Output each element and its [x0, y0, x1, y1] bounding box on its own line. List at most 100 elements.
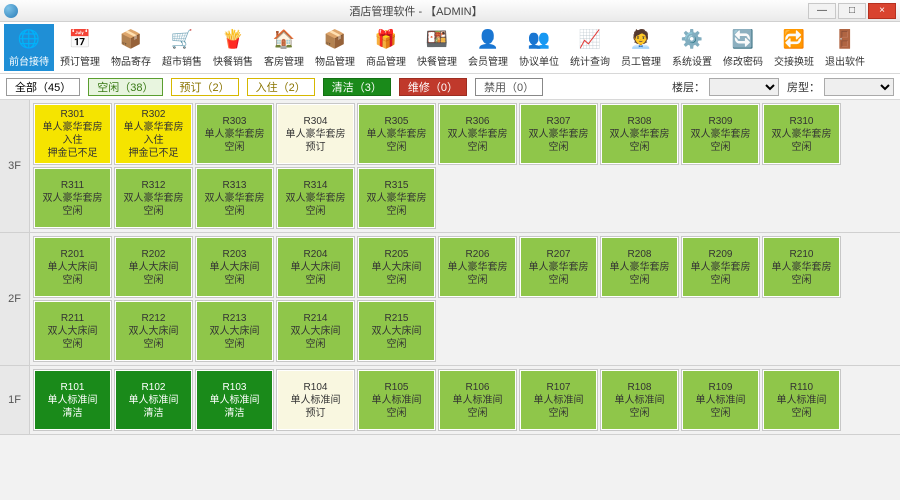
- toolbar-员工管理[interactable]: 🧑‍💼员工管理: [616, 24, 666, 71]
- room-type: 单人豪华套房: [124, 121, 184, 134]
- filter-disabled[interactable]: 禁用（0）: [475, 78, 543, 96]
- filter-cleaning[interactable]: 清洁（3）: [323, 78, 391, 96]
- room-R210[interactable]: R210单人豪华套房空闲: [763, 237, 840, 297]
- room-number: R309: [709, 115, 733, 128]
- toolbar-label: 物品管理: [315, 53, 355, 68]
- room-R312[interactable]: R312双人豪华套房空闲: [115, 168, 192, 228]
- room-R215[interactable]: R215双人大床间空闲: [358, 301, 435, 361]
- toolbar-超市销售[interactable]: 🛒超市销售: [157, 24, 207, 71]
- room-number: R109: [709, 381, 733, 394]
- toolbar-label: 系统设置: [672, 53, 712, 68]
- room-R101[interactable]: R101单人标准间清洁: [34, 370, 111, 430]
- room-status: 空闲: [549, 141, 569, 154]
- room-line: R211双人大床间空闲R212双人大床间空闲R213双人大床间空闲R214双人大…: [34, 301, 896, 361]
- room-type: 双人豪华套房: [205, 192, 265, 205]
- toolbar-修改密码[interactable]: 🔄修改密码: [718, 24, 768, 71]
- toolbar-icon: 🚪: [833, 27, 857, 51]
- room-R208[interactable]: R208单人豪华套房空闲: [601, 237, 678, 297]
- room-number: R202: [142, 248, 166, 261]
- filter-occupied[interactable]: 入住（2）: [247, 78, 315, 96]
- room-R106[interactable]: R106单人标准间空闲: [439, 370, 516, 430]
- toolbar-系统设置[interactable]: ⚙️系统设置: [667, 24, 717, 71]
- maximize-button[interactable]: □: [838, 3, 866, 19]
- room-R309[interactable]: R309双人豪华套房空闲: [682, 104, 759, 164]
- room-R206[interactable]: R206单人豪华套房空闲: [439, 237, 516, 297]
- room-R307[interactable]: R307双人豪华套房空闲: [520, 104, 597, 164]
- room-R103[interactable]: R103单人标准间清洁: [196, 370, 273, 430]
- room-type: 双人豪华套房: [43, 192, 103, 205]
- room-grid[interactable]: 3FR301单人豪华套房入住押金已不足R302单人豪华套房入住押金已不足R303…: [0, 100, 900, 500]
- toolbar-快餐管理[interactable]: 🍱快餐管理: [412, 24, 462, 71]
- room-number: R207: [547, 248, 571, 261]
- room-R107[interactable]: R107单人标准间空闲: [520, 370, 597, 430]
- room-R315[interactable]: R315双人豪华套房空闲: [358, 168, 435, 228]
- room-R313[interactable]: R313双人豪华套房空闲: [196, 168, 273, 228]
- room-R102[interactable]: R102单人标准间清洁: [115, 370, 192, 430]
- room-status: 空闲: [468, 141, 488, 154]
- room-R204[interactable]: R204单人大床间空闲: [277, 237, 354, 297]
- room-R214[interactable]: R214双人大床间空闲: [277, 301, 354, 361]
- filter-reserved[interactable]: 预订（2）: [171, 78, 239, 96]
- room-R209[interactable]: R209单人豪华套房空闲: [682, 237, 759, 297]
- floor-row: 3FR301单人豪华套房入住押金已不足R302单人豪华套房入住押金已不足R303…: [0, 100, 900, 233]
- room-R308[interactable]: R308双人豪华套房空闲: [601, 104, 678, 164]
- toolbar-快餐销售[interactable]: 🍟快餐销售: [208, 24, 258, 71]
- room-number: R206: [466, 248, 490, 261]
- room-type: 双人大床间: [210, 325, 260, 338]
- room-R314[interactable]: R314双人豪华套房空闲: [277, 168, 354, 228]
- room-status: 空闲: [63, 274, 83, 287]
- room-R108[interactable]: R108单人标准间空闲: [601, 370, 678, 430]
- room-type: 双人大床间: [291, 325, 341, 338]
- toolbar-客房管理[interactable]: 🏠客房管理: [259, 24, 309, 71]
- roomtype-select[interactable]: [824, 78, 894, 96]
- room-R305[interactable]: R305单人豪华套房空闲: [358, 104, 435, 164]
- toolbar-会员管理[interactable]: 👤会员管理: [463, 24, 513, 71]
- toolbar-交接换班[interactable]: 🔁交接换班: [769, 24, 819, 71]
- filter-all[interactable]: 全部（45）: [6, 78, 80, 96]
- room-R203[interactable]: R203单人大床间空闲: [196, 237, 273, 297]
- floor-row: 2FR201单人大床间空闲R202单人大床间空闲R203单人大床间空闲R204单…: [0, 233, 900, 366]
- room-R310[interactable]: R310双人豪华套房空闲: [763, 104, 840, 164]
- room-status: 空闲: [63, 338, 83, 351]
- toolbar-协议单位[interactable]: 👥协议单位: [514, 24, 564, 71]
- toolbar-统计查询[interactable]: 📈统计查询: [565, 24, 615, 71]
- room-R105[interactable]: R105单人标准间空闲: [358, 370, 435, 430]
- room-R302[interactable]: R302单人豪华套房入住押金已不足: [115, 104, 192, 164]
- room-type: 单人标准间: [777, 394, 827, 407]
- close-button[interactable]: ×: [868, 3, 896, 19]
- filter-maintenance[interactable]: 维修（0）: [399, 78, 467, 96]
- room-R201[interactable]: R201单人大床间空闲: [34, 237, 111, 297]
- room-R104[interactable]: R104单人标准间预订: [277, 370, 354, 430]
- room-R212[interactable]: R212双人大床间空闲: [115, 301, 192, 361]
- room-status: 空闲: [225, 141, 245, 154]
- room-number: R215: [385, 312, 409, 325]
- room-R205[interactable]: R205单人大床间空闲: [358, 237, 435, 297]
- room-R211[interactable]: R211双人大床间空闲: [34, 301, 111, 361]
- toolbar-icon: 🛒: [170, 27, 194, 51]
- room-R306[interactable]: R306双人豪华套房空闲: [439, 104, 516, 164]
- toolbar-icon: 🎁: [374, 27, 398, 51]
- toolbar-商品管理[interactable]: 🎁商品管理: [361, 24, 411, 71]
- toolbar-物品寄存[interactable]: 📦物品寄存: [106, 24, 156, 71]
- room-R213[interactable]: R213双人大床间空闲: [196, 301, 273, 361]
- filter-vacant[interactable]: 空闲（38）: [88, 78, 162, 96]
- toolbar-预订管理[interactable]: 📅预订管理: [55, 24, 105, 71]
- room-line: R201单人大床间空闲R202单人大床间空闲R203单人大床间空闲R204单人大…: [34, 237, 896, 297]
- room-extra: 押金已不足: [48, 147, 98, 160]
- room-status: 空闲: [792, 407, 812, 420]
- room-R109[interactable]: R109单人标准间空闲: [682, 370, 759, 430]
- room-R202[interactable]: R202单人大床间空闲: [115, 237, 192, 297]
- room-R301[interactable]: R301单人豪华套房入住押金已不足: [34, 104, 111, 164]
- toolbar-退出软件[interactable]: 🚪 退出软件: [820, 24, 870, 71]
- minimize-button[interactable]: —: [808, 3, 836, 19]
- floor-select[interactable]: [709, 78, 779, 96]
- room-R304[interactable]: R304单人豪华套房预订: [277, 104, 354, 164]
- room-R303[interactable]: R303单人豪华套房空闲: [196, 104, 273, 164]
- room-R110[interactable]: R110单人标准间空闲: [763, 370, 840, 430]
- toolbar-前台接待[interactable]: 🌐前台接待: [4, 24, 54, 71]
- room-R207[interactable]: R207单人豪华套房空闲: [520, 237, 597, 297]
- room-R311[interactable]: R311双人豪华套房空闲: [34, 168, 111, 228]
- window-title: 酒店管理软件 - 【ADMIN】: [24, 3, 808, 19]
- toolbar-label: 退出软件: [825, 53, 865, 68]
- toolbar-物品管理[interactable]: 📦物品管理: [310, 24, 360, 71]
